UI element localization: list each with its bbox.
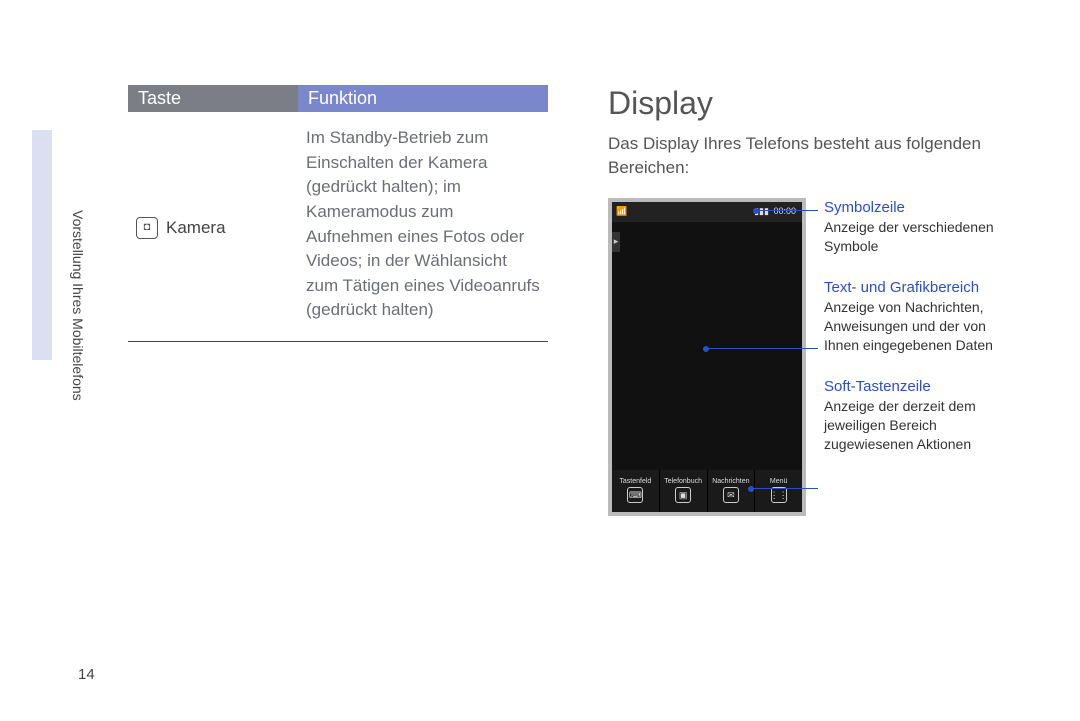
callout-title: Symbolzeile	[824, 198, 1010, 218]
softkey-label: Telefonbuch	[664, 478, 702, 485]
menu-icon: ⋮⋮	[771, 487, 787, 503]
callout-symbol-row: Symbolzeile Anzeige der verschiedenen Sy…	[824, 198, 1010, 256]
display-diagram-row: 📶 ▮▮▮ 00:00 ▸ Tastenfeld ⌨	[608, 198, 1010, 516]
side-tab	[32, 130, 52, 360]
key-name: Kamera	[166, 216, 226, 241]
callout-dot-icon	[748, 486, 754, 492]
keypad-icon: ⌨	[627, 487, 643, 503]
callout-dot-icon	[703, 346, 709, 352]
softkey-menu: Menü ⋮⋮	[755, 470, 802, 512]
signal-icon: 📶	[616, 206, 627, 216]
table-header-function: Funktion	[298, 85, 548, 112]
callout-title: Soft-Tastenzeile	[824, 377, 1010, 397]
keys-table: Taste Funktion ◘ Kamera Im Standby-Betri…	[128, 85, 548, 342]
softkey-label: Menü	[770, 478, 788, 485]
softkey-phonebook: Telefonbuch ▣	[660, 470, 708, 512]
callout-text: Anzeige der verschiedenen Symbole	[824, 218, 1010, 256]
camera-key-icon: ◘	[136, 217, 158, 239]
status-bar: 📶 ▮▮▮ 00:00	[612, 202, 802, 222]
messages-icon: ✉	[723, 487, 739, 503]
phonebook-icon: ▣	[675, 487, 691, 503]
page-content: Vorstellung Ihres Mobiltelefons Taste Fu…	[70, 85, 1010, 681]
callout-dot-icon	[753, 208, 759, 214]
callout-text: Anzeige von Nachrichten, Anweisungen und…	[824, 298, 1010, 355]
display-description: Das Display Ihres Telefons besteht aus f…	[608, 132, 1010, 180]
display-heading: Display	[608, 85, 1010, 122]
softkey-label: Tastenfeld	[619, 478, 651, 485]
table-header-key: Taste	[128, 85, 298, 112]
clock-text: 00:00	[773, 206, 796, 216]
callout-text: Anzeige der derzeit dem jeweiligen Berei…	[824, 397, 1010, 454]
softkey-bar: Tastenfeld ⌨ Telefonbuch ▣ Nachrichten ✉	[612, 470, 802, 512]
softkey-keypad: Tastenfeld ⌨	[612, 470, 660, 512]
section-label-vertical: Vorstellung Ihres Mobiltelefons	[70, 85, 88, 681]
callout-text-area: Text- und Grafikbereich Anzeige von Nach…	[824, 278, 1010, 355]
side-arrow-icon: ▸	[612, 232, 620, 252]
table-row: ◘ Kamera Im Standby-Betrieb zum Einschal…	[128, 112, 548, 342]
page-number: 14	[78, 666, 95, 683]
right-column: Display Das Display Ihres Telefons beste…	[588, 85, 1010, 681]
phone-mockup: 📶 ▮▮▮ 00:00 ▸ Tastenfeld ⌨	[608, 198, 806, 516]
left-column: Taste Funktion ◘ Kamera Im Standby-Betri…	[128, 85, 548, 681]
softkey-label: Nachrichten	[712, 478, 749, 485]
callout-softkey-row: Soft-Tastenzeile Anzeige der derzeit dem…	[824, 377, 1010, 454]
callout-title: Text- und Grafikbereich	[824, 278, 1010, 298]
key-function-text: Im Standby-Betrieb zum Einschalten der K…	[298, 112, 548, 342]
callouts-column: Symbolzeile Anzeige der verschiedenen Sy…	[824, 198, 1010, 468]
